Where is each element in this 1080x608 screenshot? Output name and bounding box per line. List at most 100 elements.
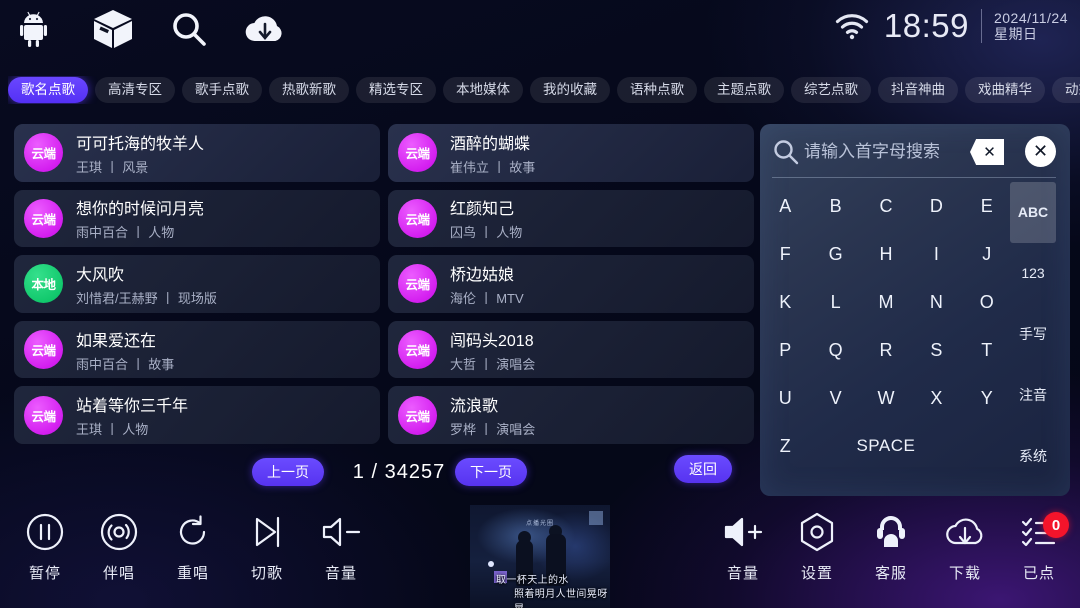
song-row[interactable]: 云端 如果爱还在 雨中百合 丨 故事 [14, 320, 380, 379]
gear-hex-icon [794, 504, 840, 560]
tab-6[interactable]: 我的收藏 [530, 77, 610, 103]
key-Z[interactable]: Z [760, 422, 810, 470]
bottom-button-label: 下载 [948, 565, 981, 582]
input-mode-ABC[interactable]: ABC [1010, 182, 1056, 243]
tab-3[interactable]: 热歌新歌 [269, 77, 349, 103]
key-F[interactable]: F [760, 230, 810, 278]
back-button[interactable]: 返回 [674, 455, 732, 483]
prev-page-button[interactable]: 上一页 [252, 458, 324, 486]
tab-8[interactable]: 主题点歌 [704, 77, 784, 103]
search-icon[interactable] [166, 6, 212, 52]
bottom-button-重唱[interactable]: 重唱 [156, 504, 230, 600]
key-V[interactable]: V [810, 374, 860, 422]
tab-2[interactable]: 歌手点歌 [182, 77, 262, 103]
search-icon [772, 138, 800, 171]
backspace-icon[interactable]: ✕ [970, 139, 1004, 165]
bottom-button-音量[interactable]: 音量 [706, 504, 780, 600]
input-mode-手写[interactable]: 手写 [1010, 304, 1056, 365]
song-row[interactable]: 云端 站着等你三千年 王琪 丨 人物 [14, 386, 380, 444]
android-icon[interactable] [14, 6, 60, 52]
song-row[interactable]: 云端 闯码头2018 大哲 丨 演唱会 [388, 320, 754, 379]
close-circle-icon[interactable]: ✕ [1025, 136, 1056, 167]
song-text-block: 大风吹 刘惜君/王赫野 丨 现场版 [76, 261, 217, 307]
tab-9[interactable]: 综艺点歌 [791, 77, 871, 103]
cloud-download-icon[interactable] [242, 6, 288, 52]
input-mode-column[interactable]: ABC 123 手写 注音 系统 [1010, 182, 1056, 486]
song-row[interactable]: 云端 想你的时候问月亮 雨中百合 丨 人物 [14, 189, 380, 248]
bottom-button-下载[interactable]: 下载 [928, 504, 1002, 600]
key-Q[interactable]: Q [810, 326, 860, 374]
song-row[interactable]: 本地 大风吹 刘惜君/王赫野 丨 现场版 [14, 255, 380, 313]
tab-5[interactable]: 本地媒体 [443, 77, 523, 103]
bottom-button-设置[interactable]: 设置 [780, 504, 854, 600]
song-title: 可可托海的牧羊人 [76, 135, 205, 153]
search-keyboard-panel: 请输入首字母搜索 ✕ ✕ ABCDEFGHIJKLMNOPQRSTUVWXYZS… [760, 124, 1070, 496]
song-title: 闯码头2018 [450, 332, 534, 350]
bottom-button-音量[interactable]: 音量 [304, 504, 378, 600]
search-input[interactable]: 请输入首字母搜索 [804, 138, 940, 166]
next-page-button[interactable]: 下一页 [455, 458, 527, 486]
song-row[interactable]: 云端 酒醉的蝴蝶 崔伟立 丨 故事 [388, 124, 754, 182]
bottom-button-已点[interactable]: 已点 0 [1002, 504, 1076, 600]
key-X[interactable]: X [911, 374, 961, 422]
key-row: UVWXY [760, 374, 1012, 422]
key-H[interactable]: H [861, 230, 911, 278]
key-row: FGHIJ [760, 230, 1012, 278]
key-N[interactable]: N [911, 278, 961, 326]
bottom-button-客服[interactable]: 客服 [854, 504, 928, 600]
key-S[interactable]: S [911, 326, 961, 374]
tab-4[interactable]: 精选专区 [356, 77, 436, 103]
key-row: ABCDE [760, 182, 1012, 230]
tab-7[interactable]: 语种点歌 [617, 77, 697, 103]
song-text-block: 可可托海的牧羊人 王琪 丨 风景 [76, 130, 204, 176]
bottom-button-暂停[interactable]: 暂停 [8, 504, 82, 600]
key-K[interactable]: K [760, 278, 810, 326]
key-space[interactable]: SPACE [810, 422, 961, 470]
input-mode-123[interactable]: 123 [1010, 243, 1056, 304]
bottom-button-切歌[interactable]: 切歌 [230, 504, 304, 600]
song-text-block: 流浪歌 罗桦 丨 演唱会 [450, 392, 535, 438]
key-C[interactable]: C [861, 182, 911, 230]
system-icon-group [14, 6, 288, 52]
key-G[interactable]: G [810, 230, 860, 278]
cloud-source-badge: 云端 [24, 133, 63, 173]
key-T[interactable]: T [962, 326, 1012, 374]
cloud-source-badge: 云端 [24, 198, 63, 238]
key-W[interactable]: W [861, 374, 911, 422]
song-text-block: 红颜知己 囚鸟 丨 人物 [450, 195, 522, 241]
clock-date-group: 18:59 2024/11/24 星期日 [832, 4, 1068, 48]
key-J[interactable]: J [962, 230, 1012, 278]
key-O[interactable]: O [962, 278, 1012, 326]
key-U[interactable]: U [760, 374, 810, 422]
key-Y[interactable]: Y [962, 374, 1012, 422]
tab-11[interactable]: 戏曲精华 [965, 77, 1045, 103]
tab-0[interactable]: 歌名点歌 [8, 77, 88, 103]
alpha-keypad[interactable]: A B C D E F G H I J K L M N O P Q R S T U V W X Y Z SPACE [760, 182, 1012, 492]
bottom-button-label: 切歌 [250, 565, 283, 582]
key-R[interactable]: R [861, 326, 911, 374]
key-M[interactable]: M [861, 278, 911, 326]
bottom-button-伴唱[interactable]: 伴唱 [82, 504, 156, 600]
song-row[interactable]: 云端 红颜知己 囚鸟 丨 人物 [388, 189, 754, 248]
tab-1[interactable]: 高清专区 [95, 77, 175, 103]
input-mode-系统[interactable]: 系统 [1010, 425, 1056, 486]
category-tab-bar[interactable]: 歌名点歌 高清专区 歌手点歌 热歌新歌 精选专区 本地媒体 我的收藏 语种点歌 主题点歌 综艺点歌… [8, 76, 1080, 104]
key-P[interactable]: P [760, 326, 810, 374]
song-list: 云端 可可托海的牧羊人 王琪 丨 风景 云端 想你的时候问月亮 雨中百合 丨 人物 本地 大风… [14, 124, 754, 444]
song-row[interactable]: 云端 流浪歌 罗桦 丨 演唱会 [388, 386, 754, 444]
tab-12[interactable]: 动态乐谱 [1052, 77, 1080, 103]
key-I[interactable]: I [911, 230, 961, 278]
song-row[interactable]: 云端 桥边姑娘 海伦 丨 MTV [388, 255, 754, 313]
song-text-block: 想你的时候问月亮 雨中百合 丨 人物 [76, 195, 204, 241]
song-meta: 崔伟立 丨 故事 [450, 159, 536, 175]
key-A[interactable]: A [760, 182, 810, 230]
song-row[interactable]: 云端 可可托海的牧羊人 王琪 丨 风景 [14, 124, 380, 182]
tab-10[interactable]: 抖音神曲 [878, 77, 958, 103]
box-icon[interactable] [90, 6, 136, 52]
key-L[interactable]: L [810, 278, 860, 326]
key-B[interactable]: B [810, 182, 860, 230]
input-mode-注音[interactable]: 注音 [1010, 364, 1056, 425]
key-D[interactable]: D [911, 182, 961, 230]
key-E[interactable]: E [962, 182, 1012, 230]
song-meta: 王琪 丨 人物 [76, 422, 149, 438]
